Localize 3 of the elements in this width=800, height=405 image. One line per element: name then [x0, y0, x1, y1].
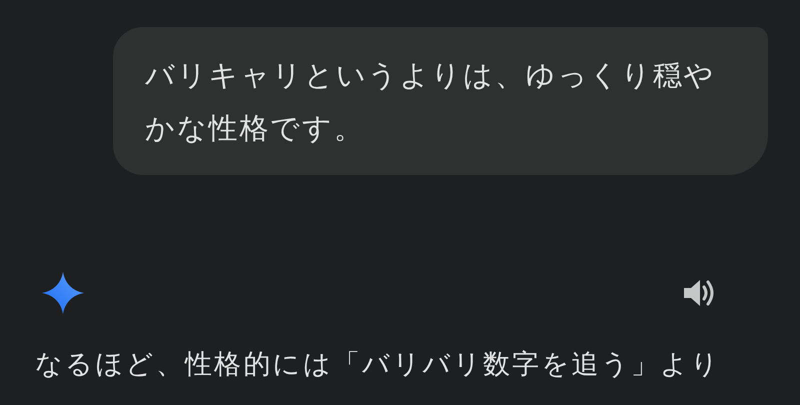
response-text: なるほど、性格的には「バリバリ数字を追う」より: [35, 348, 722, 382]
sparkle-icon: [40, 270, 86, 316]
user-message-text: バリキャリというよりは、ゆっくり穏やかな性格です。: [145, 57, 716, 147]
